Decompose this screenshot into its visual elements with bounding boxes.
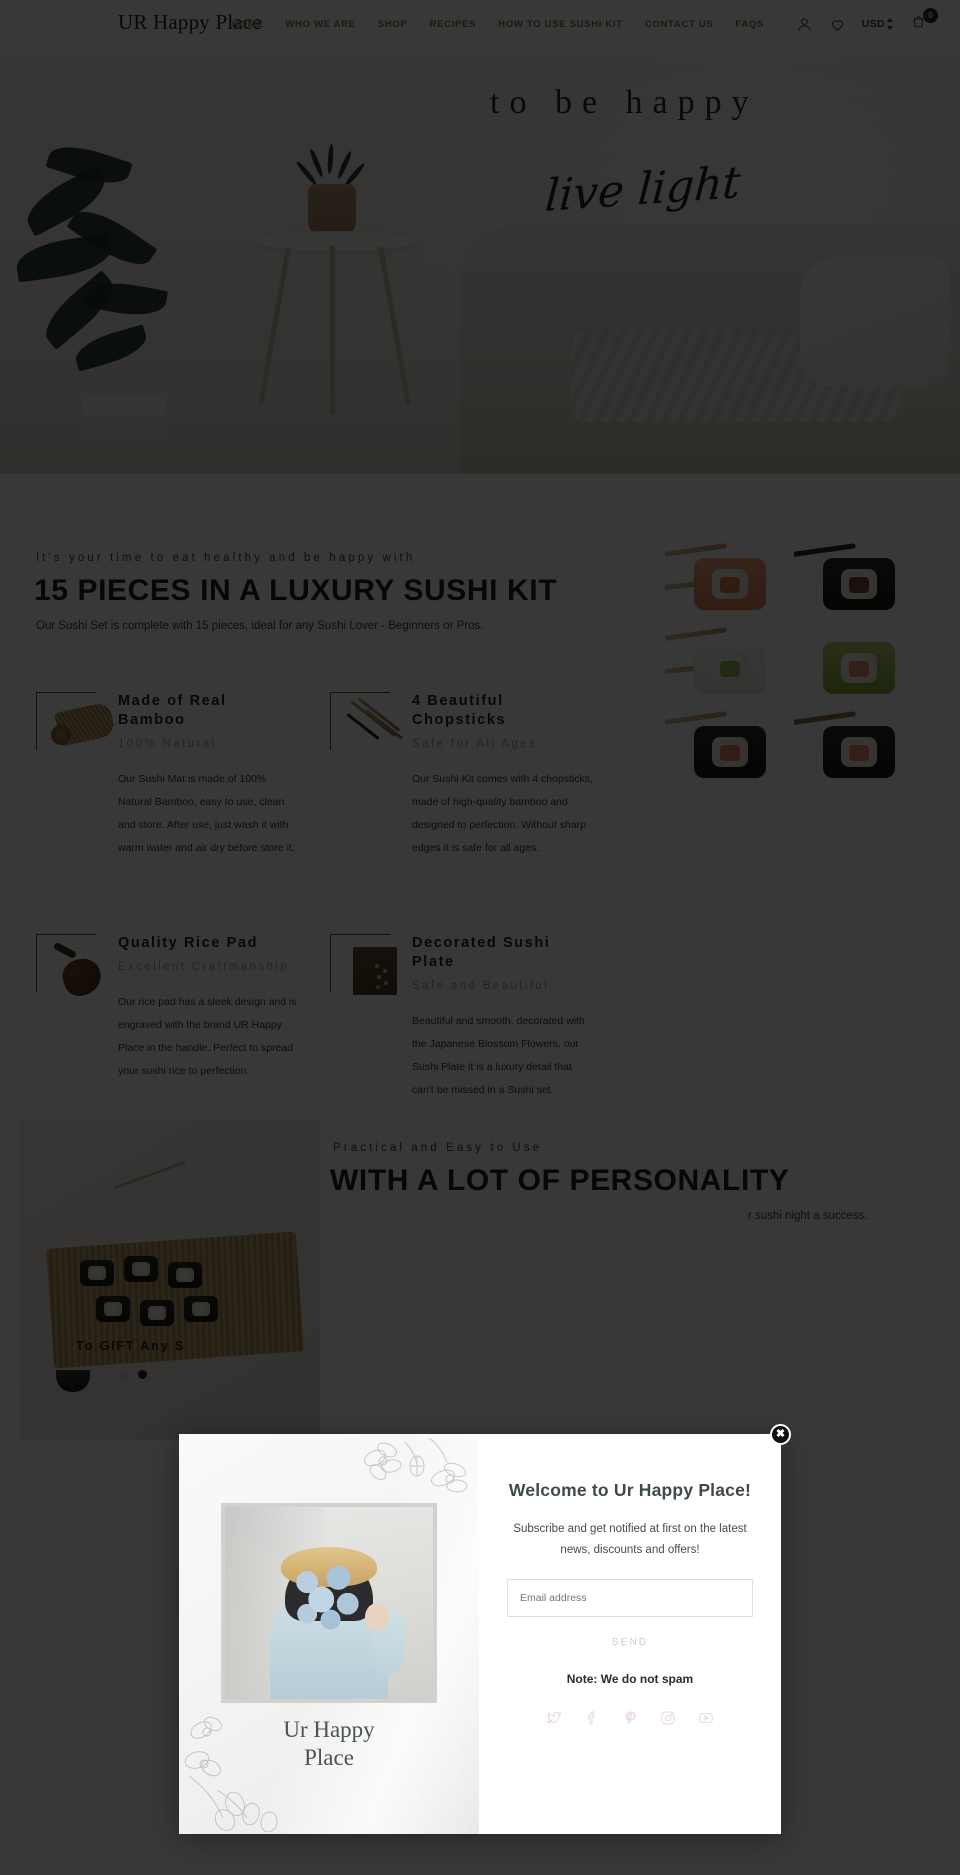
email-field[interactable] bbox=[507, 1579, 753, 1617]
youtube-icon[interactable] bbox=[698, 1710, 714, 1726]
pinterest-icon[interactable] bbox=[622, 1710, 638, 1726]
modal-description: Subscribe and get notified at first on t… bbox=[513, 1523, 747, 1556]
social-links bbox=[507, 1710, 753, 1726]
flower-sketch-icon bbox=[364, 1437, 468, 1493]
modal-image-panel: Ur Happy Place bbox=[179, 1434, 479, 1834]
close-icon[interactable]: ✖ bbox=[770, 1424, 791, 1445]
brand-line-1: Ur Happy bbox=[283, 1717, 375, 1742]
modal-form-panel: ✖ Welcome to Ur Happy Place! Subscribe a… bbox=[479, 1424, 791, 1834]
send-button[interactable]: SEND bbox=[507, 1637, 753, 1648]
twitter-icon[interactable] bbox=[546, 1710, 562, 1726]
brand-photo bbox=[221, 1503, 437, 1703]
spam-note: Note: We do not spam bbox=[566, 1672, 694, 1686]
facebook-icon[interactable] bbox=[584, 1710, 600, 1726]
newsletter-modal: Ur Happy Place ✖ Welcome to Ur Happy Pla… bbox=[179, 1424, 791, 1834]
page-root: UR Happy Place HOME WHO WE ARE SHOP RECI… bbox=[0, 0, 960, 1875]
modal-title: Welcome to Ur Happy Place! bbox=[508, 1480, 752, 1500]
instagram-icon[interactable] bbox=[660, 1710, 676, 1726]
brand-line-2: Place bbox=[304, 1745, 354, 1770]
modal-brand-caption: Ur Happy Place bbox=[179, 1716, 479, 1772]
hydrangea-icon bbox=[290, 1562, 368, 1634]
